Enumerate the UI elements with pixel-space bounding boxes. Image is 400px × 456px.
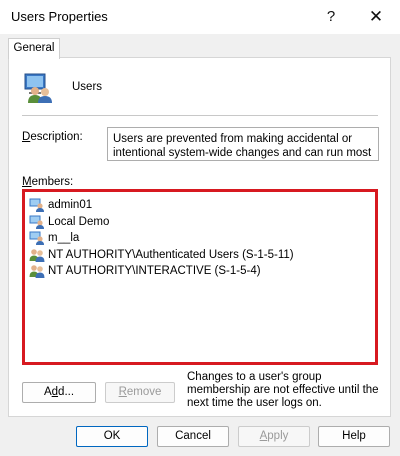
- member-name: NT AUTHORITY\Authenticated Users (S-1-5-…: [48, 248, 294, 261]
- tab-strip: General: [0, 34, 400, 59]
- description-field[interactable]: Users are prevented from making accident…: [107, 127, 379, 161]
- group-icon: [29, 248, 45, 262]
- membership-note: Changes to a user's group membership are…: [187, 371, 379, 409]
- members-list[interactable]: admin01 Local Demo m__la NT AUTHORITY\Au…: [22, 189, 378, 365]
- member-item[interactable]: NT AUTHORITY\Authenticated Users (S-1-5-…: [29, 247, 375, 264]
- remove-button[interactable]: Remove: [105, 382, 175, 403]
- user-icon: [29, 231, 44, 246]
- member-name: m__la: [48, 232, 80, 245]
- member-name: NT AUTHORITY\INTERACTIVE (S-1-5-4): [48, 265, 261, 278]
- description-label: Description:: [22, 131, 83, 143]
- group-name: Users: [72, 81, 103, 93]
- ok-button[interactable]: OK: [76, 426, 148, 447]
- member-item[interactable]: NT AUTHORITY\INTERACTIVE (S-1-5-4): [29, 263, 375, 280]
- user-icon: [29, 215, 44, 229]
- user-icon: [29, 198, 44, 213]
- member-name: Local Demo: [48, 215, 110, 228]
- cancel-button[interactable]: Cancel: [157, 426, 229, 447]
- members-label: Members:: [22, 176, 74, 188]
- member-item[interactable]: admin01: [29, 197, 375, 214]
- tab-general[interactable]: General: [8, 38, 60, 59]
- add-button[interactable]: Add...: [22, 382, 96, 403]
- title-bar: Users Properties ? ✕: [0, 0, 400, 34]
- close-icon[interactable]: ✕: [361, 5, 391, 29]
- member-name: admin01: [48, 199, 93, 212]
- help-icon[interactable]: ?: [316, 5, 346, 29]
- window-title: Users Properties: [11, 9, 108, 24]
- member-item[interactable]: Local Demo: [29, 214, 375, 231]
- separator: [22, 115, 378, 116]
- users-group-icon: [22, 72, 54, 104]
- group-icon: [29, 265, 45, 279]
- apply-button[interactable]: Apply: [238, 426, 310, 447]
- help-button[interactable]: Help: [318, 426, 390, 447]
- member-item[interactable]: m__la: [29, 230, 375, 247]
